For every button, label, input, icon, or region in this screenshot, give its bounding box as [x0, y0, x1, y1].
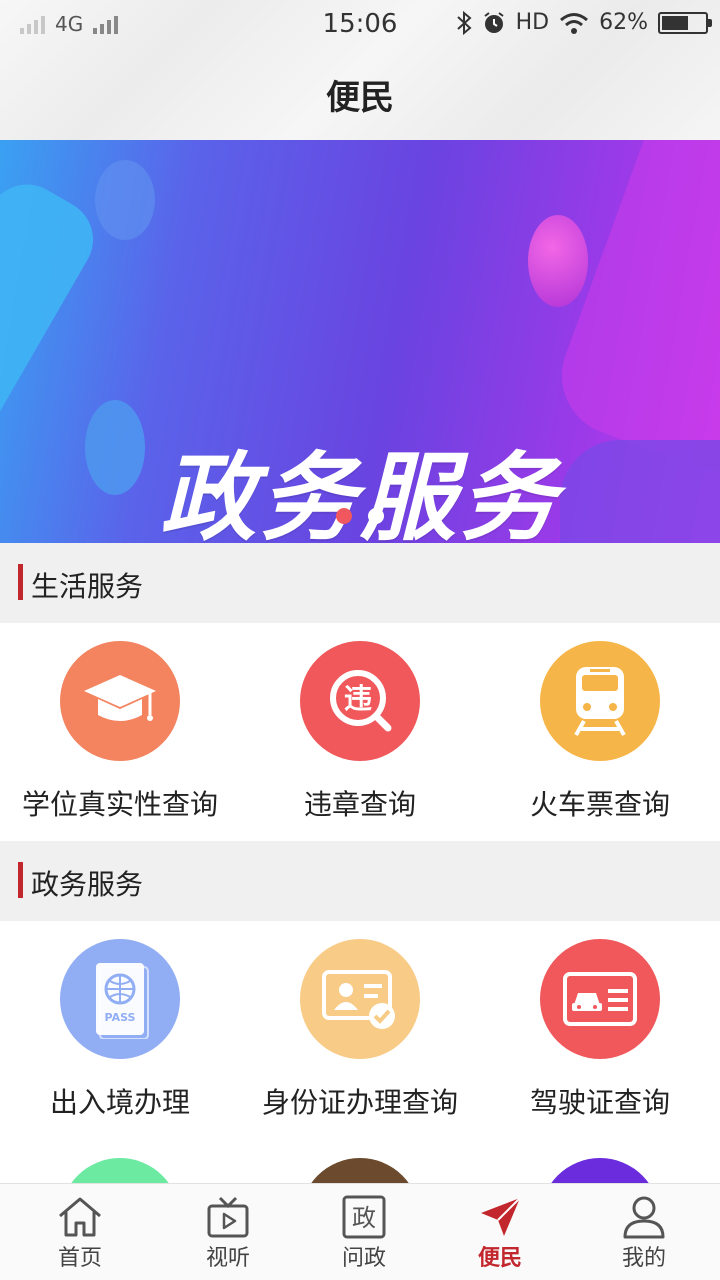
carousel-dot-1[interactable] — [336, 508, 352, 524]
passport-icon: PASS — [60, 939, 180, 1059]
bluetooth-icon — [456, 10, 472, 35]
page-title: 便民 — [326, 78, 394, 118]
nav-convenience[interactable]: 便民 — [432, 1184, 568, 1280]
svg-text:违: 违 — [344, 682, 372, 715]
train-icon — [540, 641, 660, 761]
section-accent-bar — [18, 564, 23, 600]
nav-profile[interactable]: 我的 — [568, 1184, 720, 1280]
nav-label: 视听 — [205, 1246, 250, 1271]
nav-label: 便民 — [477, 1246, 522, 1271]
nav-home[interactable]: 首页 — [0, 1184, 160, 1280]
section-accent-bar — [18, 862, 23, 898]
svg-text:PASS: PASS — [105, 1011, 136, 1024]
life-services-grid: 学位真实性查询 违 违章查询 火车票查询 — [0, 623, 720, 843]
section-title: 生活服务 — [31, 570, 144, 603]
home-icon — [56, 1194, 104, 1240]
status-bar: 4G 15:06 HD 62% — [0, 0, 720, 52]
service-id-card[interactable]: 身份证办理查询 — [240, 921, 480, 1141]
carousel-dots — [0, 508, 720, 524]
service-label: 驾驶证查询 — [529, 1086, 670, 1119]
service-label: 违章查询 — [303, 788, 416, 821]
banner-decoration — [0, 169, 108, 451]
nav-politics[interactable]: 政 问政 — [296, 1184, 432, 1280]
top-bar: 4G 15:06 HD 62% 便民 — [0, 0, 720, 140]
service-violation-query[interactable]: 违 违章查询 — [240, 623, 480, 843]
zheng-glyph: 政 — [352, 1204, 376, 1232]
violation-search-icon: 违 — [300, 641, 420, 761]
nav-video[interactable]: 视听 — [160, 1184, 296, 1280]
battery-percent: 62% — [599, 10, 648, 35]
service-label: 学位真实性查询 — [21, 788, 218, 821]
service-driver-license[interactable]: 驾驶证查询 — [480, 921, 720, 1141]
battery-icon — [658, 11, 712, 34]
banner-carousel[interactable]: 政务服务 — [0, 140, 720, 543]
service-label: 火车票查询 — [529, 788, 670, 821]
nav-label: 首页 — [57, 1246, 102, 1271]
section-title: 政务服务 — [31, 868, 144, 901]
nav-label: 问政 — [341, 1246, 386, 1271]
tv-icon — [204, 1194, 252, 1240]
hd-indicator: HD — [515, 10, 550, 35]
service-label: 出入境办理 — [49, 1086, 190, 1119]
paper-plane-icon — [476, 1194, 524, 1240]
service-label: 身份证办理查询 — [261, 1086, 458, 1119]
banner-title: 政务服务 — [160, 442, 560, 543]
section-header-life: 生活服务 — [0, 543, 720, 623]
section-header-gov: 政务服务 — [0, 841, 720, 921]
wifi-icon — [560, 12, 589, 34]
service-degree-verification[interactable]: 学位真实性查询 — [0, 623, 240, 843]
id-card-icon — [300, 939, 420, 1059]
bottom-nav: 首页 视听 政 问政 便民 我的 — [0, 1183, 720, 1280]
nav-label: 我的 — [621, 1246, 666, 1271]
graduation-cap-icon — [60, 641, 180, 761]
service-exit-entry[interactable]: PASS 出入境办理 — [0, 921, 240, 1141]
banner-decoration — [528, 215, 588, 307]
driver-license-icon — [540, 939, 660, 1059]
banner-decoration — [95, 160, 155, 240]
alarm-icon — [484, 11, 504, 33]
service-train-ticket[interactable]: 火车票查询 — [480, 623, 720, 843]
user-icon — [620, 1194, 668, 1240]
gov-services-grid: PASS 出入境办理 身份证办理查询 驾驶证查询 — [0, 921, 720, 1141]
zheng-icon: 政 — [340, 1194, 388, 1240]
carousel-dot-2[interactable] — [368, 508, 384, 524]
